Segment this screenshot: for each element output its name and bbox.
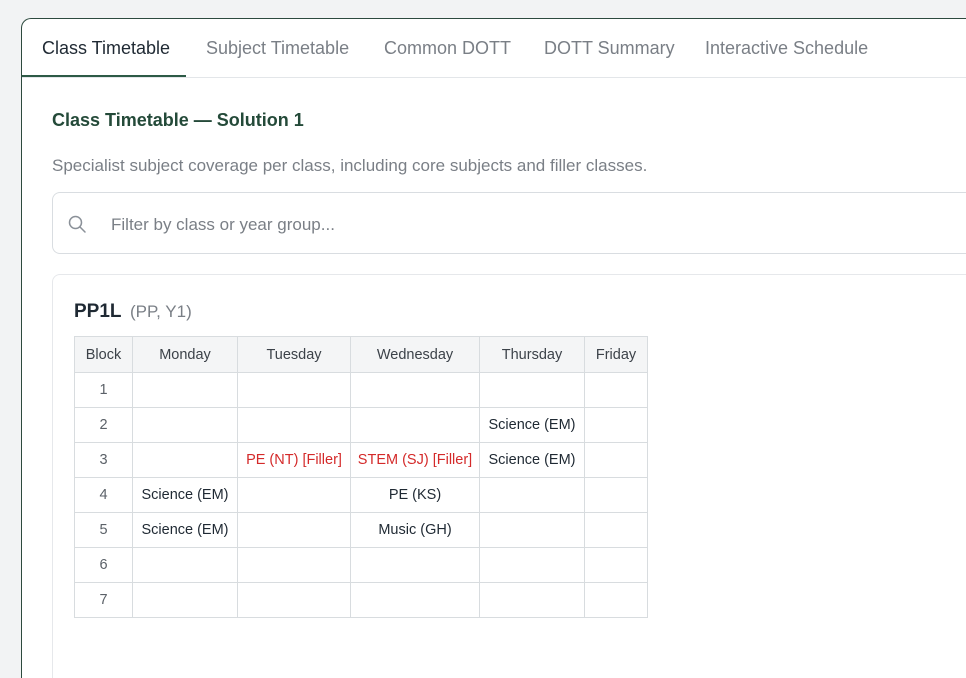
table-cell: Science (EM) [132, 477, 238, 513]
table-cell [237, 512, 351, 548]
table-row: 7 [74, 582, 648, 618]
table-cell [584, 407, 648, 443]
column-header-friday: Friday [584, 336, 648, 373]
column-header-wednesday: Wednesday [350, 336, 480, 373]
table-row: 1 [74, 372, 648, 408]
table-cell [584, 477, 648, 513]
table-cell [132, 372, 238, 408]
table-cell [132, 407, 238, 443]
table-row: 2 Science (EM) [74, 407, 648, 443]
tab-subject-timetable[interactable]: Subject Timetable [186, 19, 369, 77]
block-number: 2 [74, 407, 133, 443]
table-cell [350, 407, 480, 443]
search-box[interactable] [52, 192, 966, 254]
column-header-monday: Monday [132, 336, 238, 373]
table-cell [237, 582, 351, 618]
table-cell: Science (EM) [479, 442, 585, 478]
table-cell [584, 547, 648, 583]
timetable-panel: Class Timetable Subject Timetable Common… [21, 18, 966, 678]
table-cell [479, 582, 585, 618]
table-cell: Science (EM) [132, 512, 238, 548]
table-cell [479, 547, 585, 583]
block-number: 3 [74, 442, 133, 478]
table-cell [237, 407, 351, 443]
tab-interactive-schedule[interactable]: Interactive Schedule [685, 19, 888, 77]
table-cell [479, 512, 585, 548]
table-row: 5 Science (EM) Music (GH) [74, 512, 648, 548]
table-cell [584, 442, 648, 478]
table-cell [479, 372, 585, 408]
table-cell [584, 512, 648, 548]
class-heading: PP1L (PP, Y1) [74, 301, 192, 323]
table-row: 3 PE (NT) [Filler] STEM (SJ) [Filler] Sc… [74, 442, 648, 478]
search-icon [68, 215, 86, 233]
class-card: PP1L (PP, Y1) Block Monday Tuesday Wedne… [52, 274, 966, 678]
table-cell [584, 372, 648, 408]
table-cell: Science (EM) [479, 407, 585, 443]
column-header-tuesday: Tuesday [237, 336, 351, 373]
class-meta: (PP, Y1) [129, 302, 192, 321]
block-number: 4 [74, 477, 133, 513]
column-header-thursday: Thursday [479, 336, 585, 373]
table-cell [237, 547, 351, 583]
tab-dott-summary[interactable]: DOTT Summary [524, 19, 695, 77]
table-cell [350, 582, 480, 618]
class-name: PP1L [74, 301, 122, 322]
block-number: 1 [74, 372, 133, 408]
filler-cell: PE (NT) [Filler] [237, 442, 351, 478]
table-cell [237, 372, 351, 408]
table-cell [237, 477, 351, 513]
table-row: 6 [74, 547, 648, 583]
section-description: Specialist subject coverage per class, i… [52, 156, 648, 175]
column-header-block: Block [74, 336, 133, 373]
table-row: 4 Science (EM) PE (KS) [74, 477, 648, 513]
section-title: Class Timetable — Solution 1 [52, 110, 304, 130]
table-cell [132, 547, 238, 583]
block-number: 5 [74, 512, 133, 548]
tab-common-dott[interactable]: Common DOTT [364, 19, 531, 77]
timetable-header-row: Block Monday Tuesday Wednesday Thursday … [74, 336, 648, 373]
table-cell [132, 442, 238, 478]
table-cell [479, 477, 585, 513]
tab-bar: Class Timetable Subject Timetable Common… [22, 19, 966, 78]
filler-cell: STEM (SJ) [Filler] [350, 442, 480, 478]
tab-class-timetable[interactable]: Class Timetable [22, 19, 186, 77]
block-number: 7 [74, 582, 133, 618]
table-cell [584, 582, 648, 618]
timetable-grid: Block Monday Tuesday Wednesday Thursday … [74, 336, 648, 618]
table-cell [132, 582, 238, 618]
search-input[interactable] [109, 207, 933, 243]
table-cell: Music (GH) [350, 512, 480, 548]
block-number: 6 [74, 547, 133, 583]
table-cell [350, 372, 480, 408]
table-cell [350, 547, 480, 583]
table-cell: PE (KS) [350, 477, 480, 513]
